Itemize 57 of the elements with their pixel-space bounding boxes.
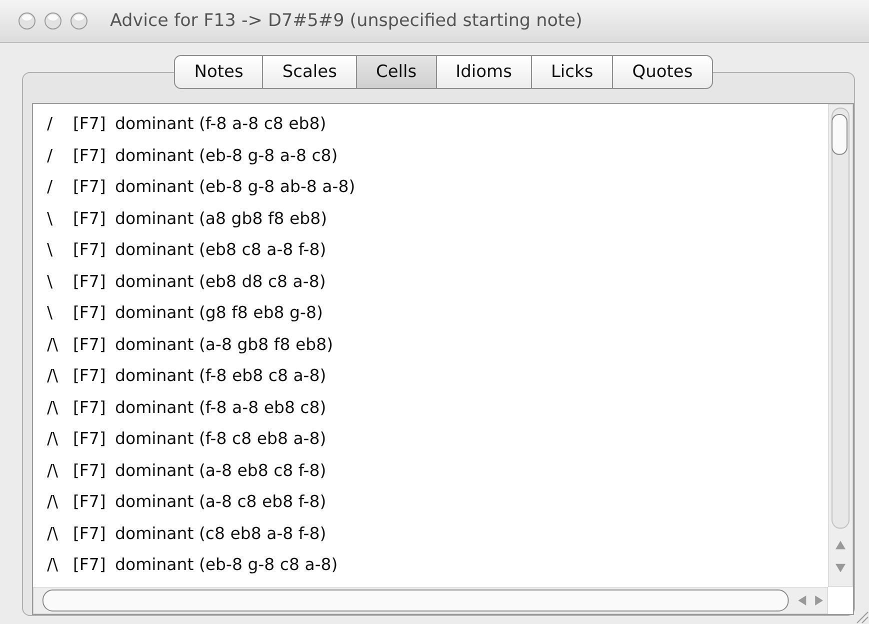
chord-label: [F7] (73, 240, 107, 260)
chord-label: [F7] (73, 492, 107, 512)
cell-description[interactable]: dominant (f-8 c8 eb8 a-8) (115, 429, 326, 448)
contour-label: / (47, 146, 54, 165)
window-control-icon[interactable] (70, 12, 88, 30)
cell-description[interactable]: dominant (a8 gb8 f8 eb8) (115, 208, 328, 228)
chord-label: [F7] (73, 366, 107, 386)
vertical-scrollbar[interactable] (828, 104, 853, 587)
chord-label: [F7] (73, 114, 107, 134)
chord-label: [F7] (73, 208, 107, 228)
chord-label: [F7] (73, 334, 107, 354)
contour-label: /\ (47, 555, 60, 574)
cell-description[interactable]: dominant (eb8 c8 a-8 f-8) (115, 240, 326, 260)
tab[interactable]: Scales (263, 55, 357, 89)
tab[interactable]: Licks (532, 55, 614, 89)
contour-label: / (47, 114, 54, 134)
tab[interactable]: Quotes (613, 55, 713, 89)
window-title: Advice for F13 -> D7#5#9 (unspecified starting note) (110, 11, 582, 31)
cell-description[interactable]: dominant (eb-8 g-8 ab-8 a-8) (115, 177, 356, 196)
contour-label: \ (47, 272, 54, 291)
cell-description[interactable]: dominant (f-8 a-8 eb8 c8) (115, 398, 326, 417)
contour-label: \ (47, 240, 54, 260)
window-control-icon[interactable] (18, 12, 36, 30)
contour-label: /\ (47, 334, 60, 354)
chord-label: [F7] (73, 303, 107, 322)
contour-label: /\ (47, 429, 60, 448)
chord-label: [F7] (73, 272, 107, 291)
contour-label: /\ (47, 460, 60, 480)
cell-description[interactable]: dominant (eb-8 g-8 a-8 c8) (115, 146, 338, 165)
contour-label: / (47, 177, 54, 196)
cell-description[interactable]: dominant (eb8 d8 c8 a-8) (115, 272, 326, 291)
chord-label: [F7] (73, 429, 107, 448)
tab[interactable]: Cells (356, 55, 437, 89)
cell-description[interactable]: dominant (a-8 c8 eb8 f-8) (115, 492, 326, 512)
cell-description[interactable]: dominant (eb-8 g-8 c8 a-8) (115, 555, 338, 574)
contour-label: /\ (47, 366, 60, 386)
cell-description[interactable]: dominant (f-8 a-8 c8 eb8) (115, 114, 326, 134)
chord-label: [F7] (73, 146, 107, 165)
cell-description[interactable]: dominant (a-8 gb8 f8 eb8) (115, 334, 334, 354)
cell-description[interactable]: dominant (a-8 eb8 c8 f-8) (115, 460, 326, 480)
chord-label: [F7] (73, 398, 107, 417)
contour-label: /\ (47, 398, 60, 417)
cell-description[interactable]: dominant (g8 f8 eb8 g-8) (115, 303, 323, 322)
chord-label: [F7] (73, 460, 107, 480)
contour-label: \ (47, 208, 54, 228)
cell-description[interactable]: dominant (c8 eb8 a-8 f-8) (115, 524, 326, 543)
contour-label: /\ (47, 524, 60, 543)
contour-label: /\ (47, 492, 60, 512)
tab[interactable]: Notes (174, 55, 264, 89)
cell-description[interactable]: dominant (f-8 eb8 c8 a-8) (115, 366, 326, 386)
chord-label: [F7] (73, 177, 107, 196)
window-control-icon[interactable] (44, 12, 62, 30)
chord-label: [F7] (73, 555, 107, 574)
contour-label: \ (47, 303, 54, 322)
chord-label: [F7] (73, 524, 107, 543)
tab[interactable]: Idioms (436, 55, 532, 89)
horizontal-scrollbar[interactable] (33, 587, 828, 614)
